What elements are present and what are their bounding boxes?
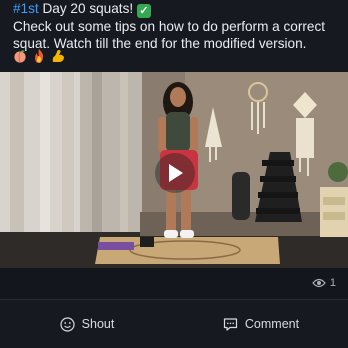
eye-icon	[312, 278, 326, 288]
play-icon	[169, 164, 183, 182]
comment-label: Comment	[244, 317, 300, 331]
post-body: Check out some tips on how to do perform…	[13, 19, 326, 51]
peach-emoji	[14, 50, 26, 63]
view-count: 1	[312, 277, 336, 289]
post-text: #1st Day 20 squats! ✓ Check out some tip…	[13, 0, 343, 52]
video-player[interactable]	[0, 72, 348, 268]
comment-icon	[223, 317, 238, 331]
post-actions: Shout Comment	[0, 300, 348, 348]
emoji-row	[13, 49, 65, 63]
check-mark-icon: ✓	[136, 4, 151, 18]
flexed-biceps-emoji	[52, 50, 64, 62]
hashtag-link[interactable]: #1st	[13, 1, 39, 16]
comment-button[interactable]: Comment	[174, 300, 348, 348]
view-count-value: 1	[329, 277, 336, 289]
shout-button[interactable]: Shout	[0, 300, 174, 348]
fire-emoji	[35, 49, 44, 63]
play-button[interactable]	[155, 153, 195, 193]
shout-label: Shout	[81, 317, 115, 331]
post-headline: Day 20 squats!	[38, 1, 137, 16]
smiley-icon	[60, 316, 75, 332]
post-stats-bar: 1	[0, 268, 348, 299]
